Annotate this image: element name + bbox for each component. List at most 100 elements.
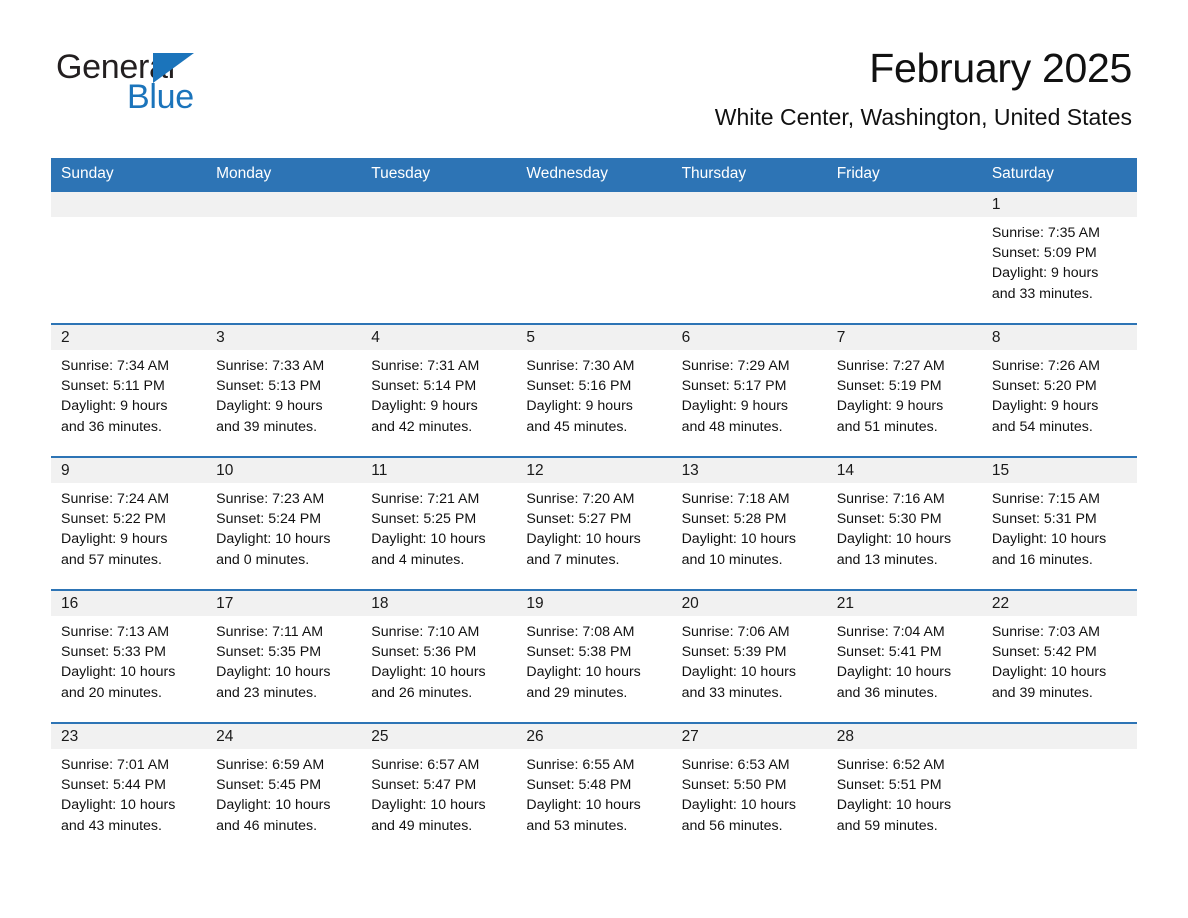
calendar-day-cell[interactable]: 20 Sunrise: 7:06 AM Sunset: 5:39 PM Dayligh… [671,589,827,723]
day-cell-inner: 18 Sunrise: 7:10 AM Sunset: 5:36 PM Dayligh… [361,591,517,722]
daylight-text-line1: Daylight: 9 hours [216,398,323,415]
daylight-text-line2: and 54 minutes. [991,418,1093,435]
calendar-day-cell[interactable]: 17 Sunrise: 7:11 AM Sunset: 5:35 PM Dayligh… [206,589,362,723]
calendar-day-cell[interactable]: 18 Sunrise: 7:10 AM Sunset: 5:36 PM Dayligh… [361,589,517,723]
daylight-text-line2: and 57 minutes. [61,551,162,568]
calendar-week-row: 23 Sunrise: 7:01 AM Sunset: 5:44 PM Dayligh… [51,722,1137,844]
day-number [51,192,207,217]
sunrise-text: Sunrise: 7:20 AM [526,491,635,507]
day-cell-inner: 24 Sunrise: 6:59 AM Sunset: 5:45 PM Dayligh… [206,724,362,844]
daylight-text-line1: Daylight: 10 hours [991,531,1107,548]
sunrise-text: Sunrise: 7:08 AM [526,624,635,640]
calendar-day-cell[interactable]: 8 Sunrise: 7:26 AM Sunset: 5:20 PM Daylight… [981,323,1137,457]
calendar-day-cell[interactable]: 27 Sunrise: 6:53 AM Sunset: 5:50 PM Dayligh… [671,722,827,844]
calendar-day-cell[interactable]: 9 Sunrise: 7:24 AM Sunset: 5:22 PM Daylight… [51,456,207,590]
weekday-header-sunday: Sunday [51,158,207,191]
daylight-text-line1: Daylight: 9 hours [61,531,168,548]
day-number: 12 [516,458,672,483]
daylight-text-line2: and 33 minutes. [991,285,1093,302]
day-details: Sunrise: 7:35 AM Sunset: 5:09 PM Daylight:… [982,217,1137,304]
day-number: 17 [206,591,362,616]
calendar-day-cell[interactable]: 4 Sunrise: 7:31 AM Sunset: 5:14 PM Daylight… [361,323,517,457]
sunrise-text: Sunrise: 7:03 AM [991,624,1100,640]
day-number: 16 [51,591,207,616]
calendar-day-cell[interactable]: 2 Sunrise: 7:34 AM Sunset: 5:11 PM Daylight… [51,323,207,457]
calendar-day-cell[interactable]: 10 Sunrise: 7:23 AM Sunset: 5:24 PM Dayligh… [206,456,362,590]
calendar-day-cell[interactable]: 12 Sunrise: 7:20 AM Sunset: 5:27 PM Dayligh… [516,456,672,590]
day-cell-inner: 10 Sunrise: 7:23 AM Sunset: 5:24 PM Dayligh… [206,458,362,589]
sunset-text: Sunset: 5:47 PM [371,777,477,794]
sunset-text: Sunset: 5:20 PM [991,378,1097,395]
day-number: 19 [516,591,672,616]
calendar-week-row: 16 Sunrise: 7:13 AM Sunset: 5:33 PM Dayligh… [51,589,1137,723]
calendar-day-cell[interactable]: 14 Sunrise: 7:16 AM Sunset: 5:30 PM Dayligh… [826,456,982,590]
sunset-text: Sunset: 5:33 PM [61,644,166,661]
calendar-day-cell[interactable]: 1 Sunrise: 7:35 AM Sunset: 5:09 PM Daylight… [981,190,1137,324]
sunrise-text: Sunrise: 6:53 AM [681,757,790,773]
day-cell-inner: 13 Sunrise: 7:18 AM Sunset: 5:28 PM Dayligh… [671,458,827,589]
day-details: Sunrise: 7:24 AM Sunset: 5:22 PM Daylight:… [51,483,206,570]
sunset-text: Sunset: 5:48 PM [526,777,632,794]
day-number: 7 [826,325,982,350]
daylight-text-line1: Daylight: 9 hours [681,398,789,415]
calendar-day-cell[interactable]: 19 Sunrise: 7:08 AM Sunset: 5:38 PM Dayligh… [516,589,672,723]
calendar-day-cell[interactable]: 11 Sunrise: 7:21 AM Sunset: 5:25 PM Dayligh… [361,456,517,590]
sunset-text: Sunset: 5:09 PM [991,245,1097,262]
calendar-empty-cell [361,190,517,324]
day-cell-inner: 27 Sunrise: 6:53 AM Sunset: 5:50 PM Dayligh… [671,724,827,844]
sunrise-text: Sunrise: 7:16 AM [836,491,945,507]
daylight-text-line2: and 29 minutes. [526,684,628,701]
sunset-text: Sunset: 5:44 PM [61,777,166,794]
day-number: 13 [671,458,827,483]
calendar-day-cell[interactable]: 24 Sunrise: 6:59 AM Sunset: 5:45 PM Dayligh… [206,722,362,844]
calendar-day-cell[interactable]: 15 Sunrise: 7:15 AM Sunset: 5:31 PM Dayligh… [981,456,1137,590]
calendar-day-cell[interactable]: 16 Sunrise: 7:13 AM Sunset: 5:33 PM Dayligh… [51,589,207,723]
calendar-day-cell[interactable]: 28 Sunrise: 6:52 AM Sunset: 5:51 PM Dayligh… [826,722,982,844]
daylight-text-line2: and 43 minutes. [61,817,162,834]
calendar-day-cell[interactable]: 21 Sunrise: 7:04 AM Sunset: 5:41 PM Dayligh… [826,589,982,723]
sunrise-text: Sunrise: 7:34 AM [61,358,170,374]
day-details: Sunrise: 7:23 AM Sunset: 5:24 PM Daylight:… [206,483,361,570]
sunset-text: Sunset: 5:38 PM [526,644,632,661]
sunset-text: Sunset: 5:36 PM [371,644,477,661]
day-cell-inner: 9 Sunrise: 7:24 AM Sunset: 5:22 PM Daylight… [51,458,207,589]
daylight-text-line1: Daylight: 10 hours [526,797,641,814]
day-cell-inner: 2 Sunrise: 7:34 AM Sunset: 5:11 PM Daylight… [51,325,207,456]
calendar-day-cell[interactable]: 3 Sunrise: 7:33 AM Sunset: 5:13 PM Daylight… [206,323,362,457]
calendar-day-cell[interactable]: 25 Sunrise: 6:57 AM Sunset: 5:47 PM Dayligh… [361,722,517,844]
day-details: Sunrise: 7:04 AM Sunset: 5:41 PM Daylight:… [827,616,982,703]
calendar-day-cell[interactable]: 7 Sunrise: 7:27 AM Sunset: 5:19 PM Daylight… [826,323,982,457]
calendar-week-row: 9 Sunrise: 7:24 AM Sunset: 5:22 PM Daylight… [51,456,1137,590]
calendar-empty-cell [516,190,672,324]
sunset-text: Sunset: 5:16 PM [526,378,632,395]
day-details [51,217,206,223]
day-cell-inner [206,192,362,323]
day-number: 27 [671,724,827,749]
day-details: Sunrise: 7:33 AM Sunset: 5:13 PM Daylight:… [206,350,361,437]
calendar-day-cell[interactable]: 13 Sunrise: 7:18 AM Sunset: 5:28 PM Dayligh… [671,456,827,590]
sunrise-text: Sunrise: 6:59 AM [216,757,325,773]
day-number: 18 [361,591,517,616]
day-cell-inner [826,192,982,323]
calendar-day-cell[interactable]: 6 Sunrise: 7:29 AM Sunset: 5:17 PM Daylight… [671,323,827,457]
day-cell-inner [671,192,827,323]
sunrise-text: Sunrise: 6:52 AM [836,757,945,773]
day-number: 15 [981,458,1137,483]
day-number: 11 [361,458,517,483]
day-details: Sunrise: 7:34 AM Sunset: 5:11 PM Daylight:… [51,350,206,437]
day-number: 26 [516,724,672,749]
sunset-text: Sunset: 5:24 PM [216,511,322,528]
calendar-header-row: Sunday Monday Tuesday Wednesday Thursday… [51,158,1137,191]
sunrise-text: Sunrise: 7:35 AM [991,225,1100,241]
day-details: Sunrise: 7:31 AM Sunset: 5:14 PM Daylight:… [361,350,516,437]
day-details: Sunrise: 6:53 AM Sunset: 5:50 PM Daylight:… [672,749,827,836]
day-cell-inner: 19 Sunrise: 7:08 AM Sunset: 5:38 PM Dayligh… [516,591,672,722]
calendar-day-cell[interactable]: 26 Sunrise: 6:55 AM Sunset: 5:48 PM Dayligh… [516,722,672,844]
daylight-text-line2: and 7 minutes. [526,551,620,568]
sunset-text: Sunset: 5:42 PM [991,644,1097,661]
calendar-day-cell[interactable]: 5 Sunrise: 7:30 AM Sunset: 5:16 PM Daylight… [516,323,672,457]
sunrise-text: Sunrise: 7:27 AM [836,358,945,374]
calendar-day-cell[interactable]: 22 Sunrise: 7:03 AM Sunset: 5:42 PM Dayligh… [981,589,1137,723]
day-cell-inner: 23 Sunrise: 7:01 AM Sunset: 5:44 PM Dayligh… [51,724,207,844]
calendar-day-cell[interactable]: 23 Sunrise: 7:01 AM Sunset: 5:44 PM Dayligh… [51,722,207,844]
